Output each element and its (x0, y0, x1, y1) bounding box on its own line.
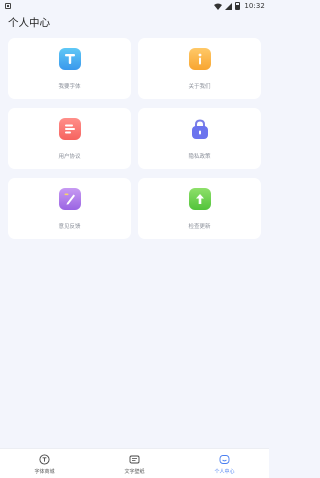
tab-label: 个人中心 (214, 469, 235, 475)
card-about-us[interactable]: 关于我们 (138, 38, 261, 99)
status-bar: 10:32 (0, 0, 269, 12)
text-wallpaper-icon (129, 455, 140, 464)
font-icon (58, 48, 81, 70)
page-title: 个人中心 (8, 17, 50, 29)
tab-text-wallpaper[interactable]: 文字壁纸 (90, 452, 179, 478)
font-store-icon (39, 454, 50, 465)
status-time: 10:32 (244, 2, 265, 10)
card-user-agreement[interactable]: 用户协议 (8, 108, 131, 169)
bottom-tab-bar: 字体商城 文字壁纸 个人中心 (0, 448, 269, 478)
card-privacy-policy[interactable]: 隐私政策 (138, 108, 261, 169)
card-feedback[interactable]: 意见反馈 (8, 178, 131, 239)
card-label: 隐私政策 (188, 154, 211, 160)
tab-label: 文字壁纸 (124, 469, 145, 475)
card-label: 意见反馈 (58, 224, 81, 230)
card-label: 我要字体 (58, 84, 81, 90)
tab-profile[interactable]: 个人中心 (180, 452, 269, 478)
lock-icon (189, 118, 211, 140)
tab-font-store[interactable]: 字体商城 (0, 452, 89, 478)
battery-icon (235, 2, 241, 10)
card-label: 关于我们 (188, 84, 211, 90)
card-check-update[interactable]: 检查更新 (138, 178, 261, 239)
edit-icon (58, 188, 81, 210)
wifi-icon (214, 3, 223, 10)
tab-label: 字体商城 (34, 469, 55, 475)
status-icons: 10:32 (214, 1, 265, 11)
card-label: 用户协议 (58, 154, 81, 160)
card-label: 检查更新 (188, 224, 211, 230)
profile-icon (219, 455, 230, 464)
info-icon (188, 48, 211, 70)
card-my-font[interactable]: 我要字体 (8, 38, 131, 99)
document-icon (58, 118, 81, 140)
signal-icon (225, 2, 233, 10)
upload-arrow-icon (188, 188, 211, 210)
profile-screen: 10:32 个人中心 我要字体 关于我们 用户协议 隐私政策 意见反馈 检查更新… (0, 0, 269, 478)
notification-icon (5, 3, 11, 9)
